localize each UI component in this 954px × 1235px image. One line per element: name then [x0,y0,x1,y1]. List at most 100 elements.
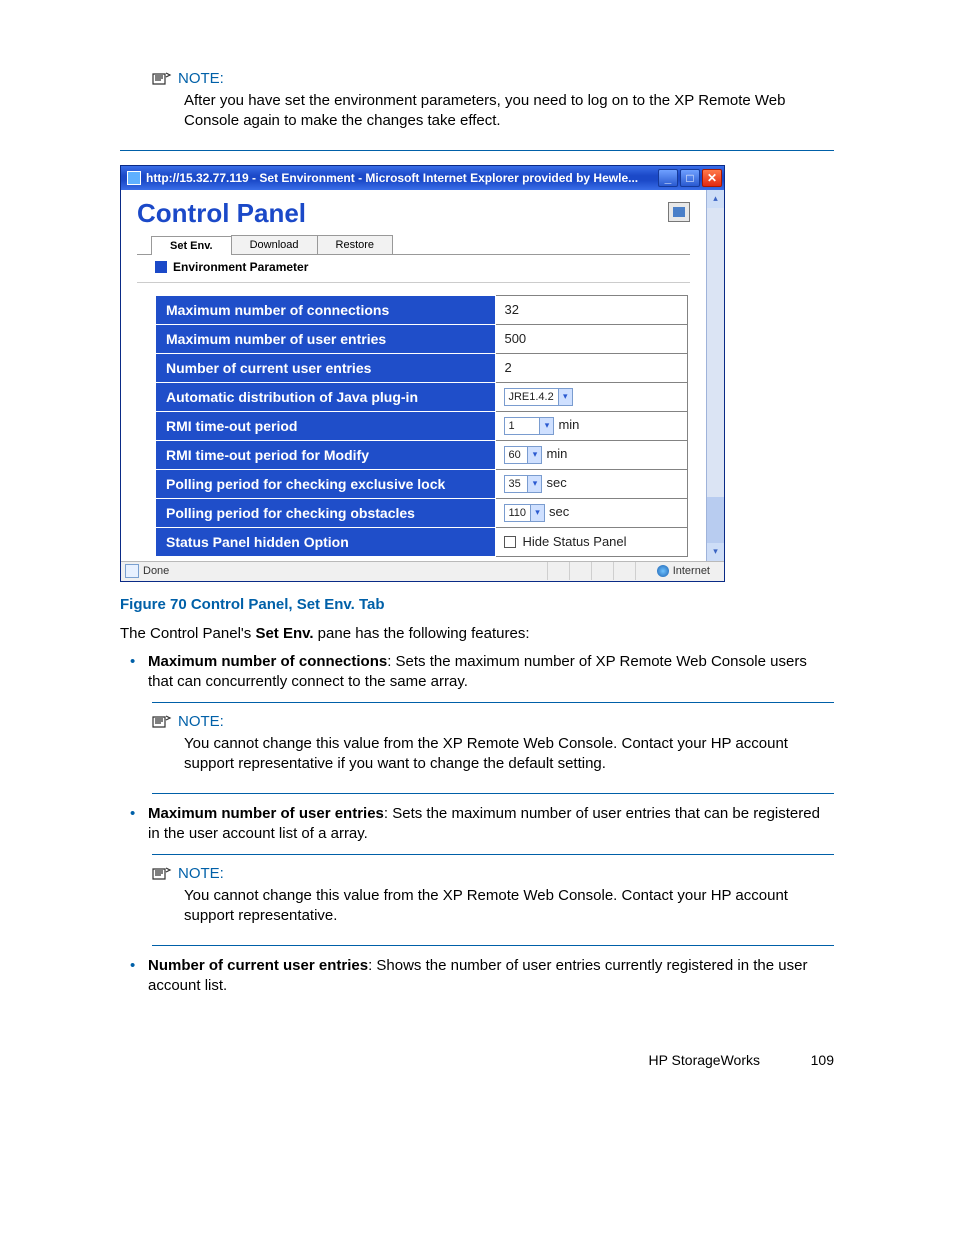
divider [152,793,834,794]
rmi-timeout-select[interactable]: 1 ▾ [504,417,554,435]
param-key: Status Panel hidden Option [156,527,496,556]
close-button[interactable]: ✕ [702,169,722,187]
param-key: Polling period for checking exclusive lo… [156,469,496,498]
globe-icon [657,565,669,577]
param-key: Maximum number of connections [156,295,496,324]
param-value: 32 [496,295,688,324]
unit-label: sec [546,475,566,490]
window-title: http://15.32.77.119 - Set Environment - … [146,171,638,185]
chevron-down-icon: ▾ [558,389,572,405]
list-item: Maximum number of connections: Sets the … [148,652,834,693]
param-key: Automatic distribution of Java plug-in [156,382,496,411]
list-item-bold: Maximum number of user entries [148,805,384,822]
page-number: 109 [794,1052,834,1068]
table-row: Polling period for checking exclusive lo… [156,469,688,498]
note-label: NOTE: [178,865,224,882]
status-cell [613,562,635,580]
parameter-table: Maximum number of connections 32 Maximum… [155,295,688,557]
param-value: 35 ▾ sec [496,469,688,498]
select-value: 110 [505,507,530,519]
maximize-button[interactable]: □ [680,169,700,187]
status-zone: Internet [673,565,710,577]
note-block: NOTE: You cannot change this value from … [152,865,834,927]
section-header: Environment Parameter [137,255,690,283]
note-icon [152,714,172,730]
scrollbar-thumb[interactable] [707,497,724,543]
intro-bold: Set Env. [255,625,313,642]
param-key: Maximum number of user entries [156,324,496,353]
table-row: Number of current user entries 2 [156,353,688,382]
param-value: Hide Status Panel [496,527,688,556]
status-cell [569,562,591,580]
param-key: RMI time-out period for Modify [156,440,496,469]
table-row: RMI time-out period for Modify 60 ▾ min [156,440,688,469]
list-item: Maximum number of user entries: Sets the… [148,804,834,845]
hp-logo-icon [668,202,690,222]
control-panel-title: Control Panel [137,198,306,229]
param-key: Polling period for checking obstacles [156,498,496,527]
select-value: JRE1.4.2 [505,391,557,403]
list-item-bold: Number of current user entries [148,957,368,974]
ie-icon [127,171,141,185]
table-row: Maximum number of connections 32 [156,295,688,324]
list-item: Number of current user entries: Shows th… [148,956,834,997]
divider [120,150,834,151]
divider [152,702,834,703]
note-icon [152,866,172,882]
tab-row: Set Env. Download Restore [137,235,690,255]
note-block-intro: NOTE: After you have set the environment… [152,70,834,132]
tab-restore[interactable]: Restore [317,235,394,254]
unit-label: min [546,446,567,461]
table-row: Status Panel hidden Option Hide Status P… [156,527,688,556]
square-icon [155,261,167,273]
footer-brand: HP StorageWorks [648,1052,760,1068]
title-bar: http://15.32.77.119 - Set Environment - … [121,166,724,190]
note-label: NOTE: [178,713,224,730]
rmi-timeout-modify-select[interactable]: 60 ▾ [504,446,542,464]
tab-download[interactable]: Download [231,235,318,254]
note-icon [152,71,172,87]
note-text: You cannot change this value from the XP… [184,886,834,927]
list-item-bold: Maximum number of connections [148,653,387,670]
param-value: 110 ▾ sec [496,498,688,527]
hide-status-checkbox[interactable] [504,536,516,548]
ie-window: http://15.32.77.119 - Set Environment - … [120,165,725,582]
table-row: Polling period for checking obstacles 11… [156,498,688,527]
unit-label: min [558,417,579,432]
jre-select[interactable]: JRE1.4.2 ▾ [504,388,572,406]
unit-label: sec [549,504,569,519]
status-cell [591,562,613,580]
select-value: 35 [505,478,527,490]
table-row: Maximum number of user entries 500 [156,324,688,353]
figure-caption: Figure 70 Control Panel, Set Env. Tab [120,596,834,613]
status-cell [547,562,569,580]
page-footer: HP StorageWorks 109 [120,1052,834,1068]
chevron-down-icon: ▾ [539,418,553,434]
status-cell [635,562,657,580]
page-icon [125,564,139,578]
param-value: 60 ▾ min [496,440,688,469]
note-text: You cannot change this value from the XP… [184,734,834,775]
param-value: 500 [496,324,688,353]
note-label: NOTE: [178,70,224,87]
status-bar: Done Internet [121,561,724,581]
param-value: JRE1.4.2 ▾ [496,382,688,411]
scroll-up-icon[interactable]: ▴ [707,190,724,208]
note-block: NOTE: You cannot change this value from … [152,713,834,775]
param-key: RMI time-out period [156,411,496,440]
note-text: After you have set the environment param… [184,91,834,132]
checkbox-label: Hide Status Panel [522,534,626,550]
polling-obstacles-select[interactable]: 110 ▾ [504,504,545,522]
minimize-button[interactable]: _ [658,169,678,187]
scroll-down-icon[interactable]: ▾ [707,543,724,561]
param-value: 1 ▾ min [496,411,688,440]
polling-lock-select[interactable]: 35 ▾ [504,475,542,493]
param-value: 2 [496,353,688,382]
section-header-label: Environment Parameter [173,260,308,274]
tab-set-env[interactable]: Set Env. [151,236,232,255]
chevron-down-icon: ▾ [527,447,541,463]
select-value: 60 [505,449,527,461]
vertical-scrollbar[interactable]: ▴ ▾ [706,190,724,561]
table-row: RMI time-out period 1 ▾ min [156,411,688,440]
table-row: Automatic distribution of Java plug-in J… [156,382,688,411]
